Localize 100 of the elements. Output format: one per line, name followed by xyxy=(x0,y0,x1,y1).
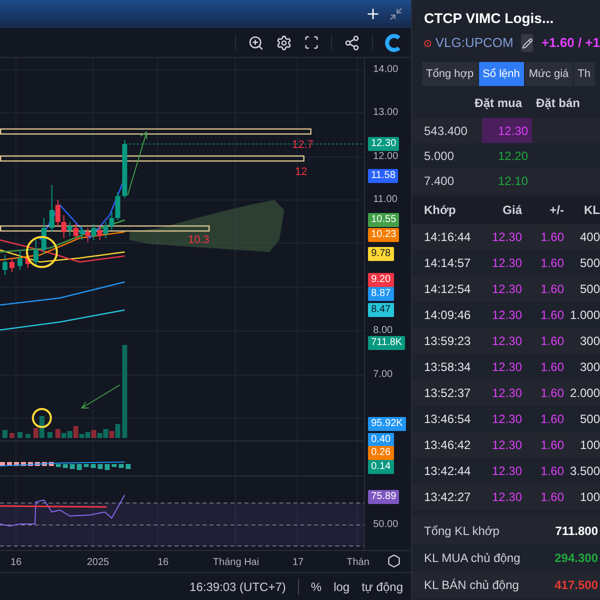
volume-cell-text: 2.000 xyxy=(568,385,600,402)
summary-label: Tổng KL khớp xyxy=(424,522,500,540)
price-tag: 11.58 xyxy=(368,169,398,183)
zoom-icon[interactable] xyxy=(248,34,264,50)
column-header: Giá xyxy=(502,202,522,219)
fullscreen-icon[interactable] xyxy=(304,35,319,50)
price-cell-text: 12.30 xyxy=(490,385,522,402)
price-cell-text: 12.30 xyxy=(490,489,522,506)
histogram-bar xyxy=(112,464,117,467)
volume-cell-text: 300 xyxy=(578,359,600,376)
tab[interactable]: Tổng hợp xyxy=(422,62,479,86)
candle xyxy=(25,254,30,268)
volume-cell-text: 100 xyxy=(578,489,600,506)
axis-label: 50.00 xyxy=(373,518,398,532)
candle xyxy=(17,250,22,270)
price-tag: 8.87 xyxy=(368,287,394,301)
time-cell-text: 13:46:54 xyxy=(423,411,472,428)
change-cell-text: 1.60 xyxy=(540,489,564,506)
candle xyxy=(2,254,8,276)
volume-cell-text: 3.500 xyxy=(568,463,600,480)
time-axis-label: 16 xyxy=(10,556,22,570)
volume-bar xyxy=(47,432,52,438)
axis-label: 7.00 xyxy=(373,368,393,382)
add-icon[interactable] xyxy=(365,6,381,22)
change-cell-text: 1.60 xyxy=(540,437,564,454)
axis-label: 14.00 xyxy=(373,63,398,77)
price-tag: 9.78 xyxy=(368,247,394,261)
price-tag: 0.26 xyxy=(368,446,394,460)
price-cell-text: 12.30 xyxy=(490,307,522,324)
tab[interactable]: Th xyxy=(574,62,596,86)
logo-icon[interactable] xyxy=(385,34,403,52)
time-axis-label: 2025 xyxy=(86,556,110,570)
share-icon[interactable] xyxy=(344,34,360,50)
bid-price-cell-text: 12.10 xyxy=(498,172,528,190)
volume-cell-text: 400 xyxy=(578,229,600,246)
histogram-bar xyxy=(56,464,61,467)
time-cell-text: 13:42:27 xyxy=(423,489,472,506)
candle xyxy=(9,258,14,272)
price-cell-text: 12.30 xyxy=(490,333,522,350)
level-label: 12 xyxy=(295,167,308,178)
candle xyxy=(33,240,38,266)
change-cell-text: 1.60 xyxy=(540,411,564,428)
price-cell-text: 12.30 xyxy=(490,411,522,428)
change-cell-text: 1.60 xyxy=(540,307,564,324)
volume-bar xyxy=(2,430,8,438)
scale-option[interactable]: log xyxy=(334,578,350,596)
time-cell-text: 13:58:34 xyxy=(423,359,472,376)
volume-bar xyxy=(17,432,22,438)
tab[interactable]: Mức giá xyxy=(524,62,574,86)
price-tag: 0.40 xyxy=(368,433,394,447)
circle-marker xyxy=(32,408,52,428)
summary-label: KL MUA chủ động xyxy=(424,550,520,566)
axis-label: 11.00 xyxy=(373,193,398,207)
summary-value: 294.300 xyxy=(554,550,598,566)
histogram-bar xyxy=(62,464,68,468)
volume-cell-text: 300 xyxy=(578,333,600,350)
collapse-icon[interactable] xyxy=(389,7,403,21)
price-tag: 10.55 xyxy=(368,213,400,227)
level-label: 12.7 xyxy=(292,140,314,151)
time-cell-text: 14:14:57 xyxy=(423,255,472,272)
column-header: Khớp xyxy=(423,202,457,219)
candle xyxy=(41,218,46,254)
axis-label: 8.00 xyxy=(373,324,393,338)
scale-option[interactable]: % xyxy=(310,578,322,596)
clock-text: 16:39:03 (UTC+7) xyxy=(190,578,286,596)
price-cell-text: 12.30 xyxy=(490,463,522,480)
summary-value: 711.800 xyxy=(555,522,598,540)
time-axis-label: Thán xyxy=(346,556,370,570)
histogram-bar xyxy=(0,462,5,466)
histogram-bar xyxy=(42,462,47,466)
column-header: Đặt bán xyxy=(534,95,581,112)
time-axis-label: 16 xyxy=(157,556,169,570)
time-cell-text: 14:16:44 xyxy=(423,229,472,246)
histogram-bar xyxy=(98,464,103,469)
histogram-bar xyxy=(6,462,12,466)
change-cell-text: 1.60 xyxy=(540,385,564,402)
edit-button[interactable] xyxy=(521,34,534,52)
bid-price-cell-text: 12.20 xyxy=(498,148,528,164)
change-cell-text: 1.60 xyxy=(540,255,564,272)
volume-cell-text: 5.000 xyxy=(423,148,456,164)
arrow-drawing xyxy=(127,131,148,196)
price-tag: 10.23 xyxy=(368,228,400,242)
histogram-bar xyxy=(28,462,33,466)
volume-bar xyxy=(25,434,30,438)
volume-cell-text: 500 xyxy=(578,255,600,272)
time-cell-text: 14:09:46 xyxy=(423,307,472,324)
change-cell-text: 1.60 xyxy=(540,229,564,246)
price-cell-text: 12.30 xyxy=(490,255,522,272)
histogram-bar xyxy=(70,464,75,469)
price-cell-text: 12.30 xyxy=(490,229,522,246)
change-cell-text: 1.60 xyxy=(540,333,564,350)
column-header: KL xyxy=(583,202,600,219)
histogram-bar xyxy=(104,464,110,470)
histogram-bar xyxy=(14,462,19,466)
time-axis-label: 17 xyxy=(292,556,304,570)
tab[interactable]: Sổ lệnh xyxy=(478,62,525,86)
scale-option[interactable]: tự động xyxy=(362,578,403,596)
time-cell-text: 13:42:44 xyxy=(423,463,472,480)
candle xyxy=(122,140,128,198)
price-tag: 9.20 xyxy=(368,273,394,287)
